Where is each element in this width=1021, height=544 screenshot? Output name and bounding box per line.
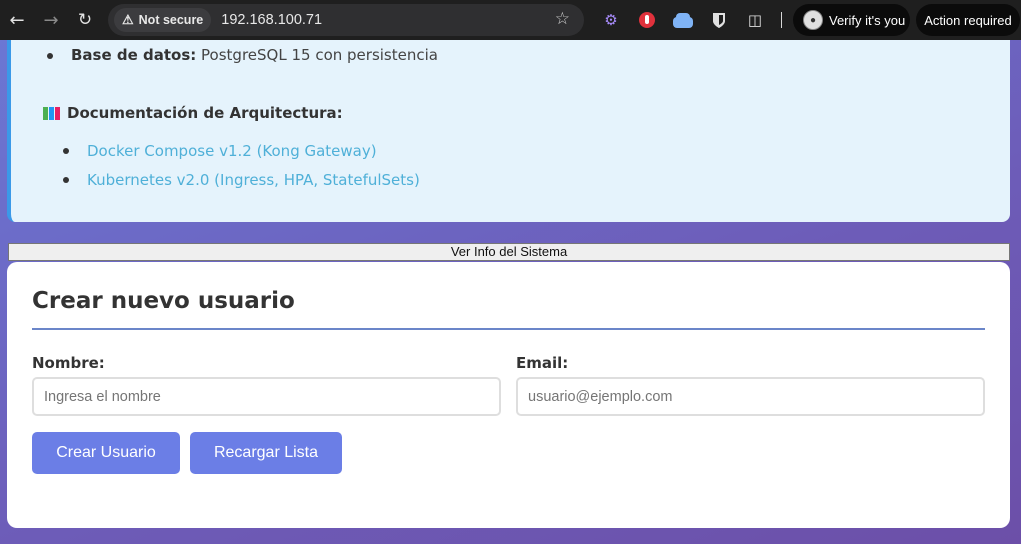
bullet [63,176,69,183]
security-label: Not secure [138,13,204,27]
toolbar-divider [781,12,782,28]
extensions-puzzle-icon[interactable]: ◫ [744,9,766,31]
verify-label: Verify it's you [829,12,906,28]
action-required-label: Action required [924,12,1012,28]
address-bar[interactable]: ⚠ Not secure 192.168.100.71 ☆ [108,4,584,36]
list-item: Kubernetes v2.0 (Ingress, HPA, StatefulS… [63,165,420,194]
forward-icon[interactable]: → [34,0,68,40]
email-label: Email: [516,354,569,372]
form-title: Crear nuevo usuario [32,288,295,314]
architecture-docs-heading: Documentación de Arquitectura: [43,104,343,122]
db-label: Base de datos: [71,46,197,64]
name-input[interactable] [32,377,501,416]
books-icon [43,106,61,120]
verify-profile-button[interactable]: ● Verify it's you [793,4,910,36]
doc-links-list: Docker Compose v1.2 (Kong Gateway) Kuber… [63,136,420,194]
bullet [63,147,69,154]
create-user-button[interactable]: Crear Usuario [32,432,180,474]
extension-shield-icon[interactable] [708,9,730,31]
extension-stop-hand-icon[interactable] [636,9,658,31]
back-icon[interactable]: ← [0,0,34,40]
bullet [47,52,53,59]
list-item: Docker Compose v1.2 (Kong Gateway) [63,136,420,165]
reload-list-button[interactable]: Recargar Lista [190,432,342,474]
create-user-form: Crear nuevo usuario Nombre: Email: Crear… [7,262,1010,528]
security-chip[interactable]: ⚠ Not secure [114,8,212,32]
doc-title-text: Documentación de Arquitectura: [67,104,343,122]
reload-icon[interactable]: ↻ [68,0,102,40]
kubernetes-link[interactable]: Kubernetes v2.0 (Ingress, HPA, StatefulS… [87,171,420,189]
toggle-system-info-button[interactable]: Ver Info del Sistema [8,243,1010,261]
profile-avatar: ● [803,10,823,30]
db-value: PostgreSQL 15 con persistencia [196,46,438,64]
system-info-panel: Base de datos: PostgreSQL 15 con persist… [7,40,1010,222]
extension-gear-icon[interactable]: ⚙ [600,9,622,31]
extension-cloud-icon[interactable] [672,9,694,31]
name-label: Nombre: [32,354,105,372]
db-info-line: Base de datos: PostgreSQL 15 con persist… [47,46,438,64]
email-input[interactable] [516,377,985,416]
docker-compose-link[interactable]: Docker Compose v1.2 (Kong Gateway) [87,142,377,160]
browser-toolbar: ← → ↻ ⚠ Not secure 192.168.100.71 ☆ ⚙ ◫ … [0,0,1021,40]
title-divider [32,328,985,330]
warning-icon: ⚠ [122,12,134,27]
bookmark-star-icon[interactable]: ☆ [555,9,570,29]
url-text[interactable]: 192.168.100.71 [221,12,322,28]
action-required-button[interactable]: Action required [916,4,1020,36]
